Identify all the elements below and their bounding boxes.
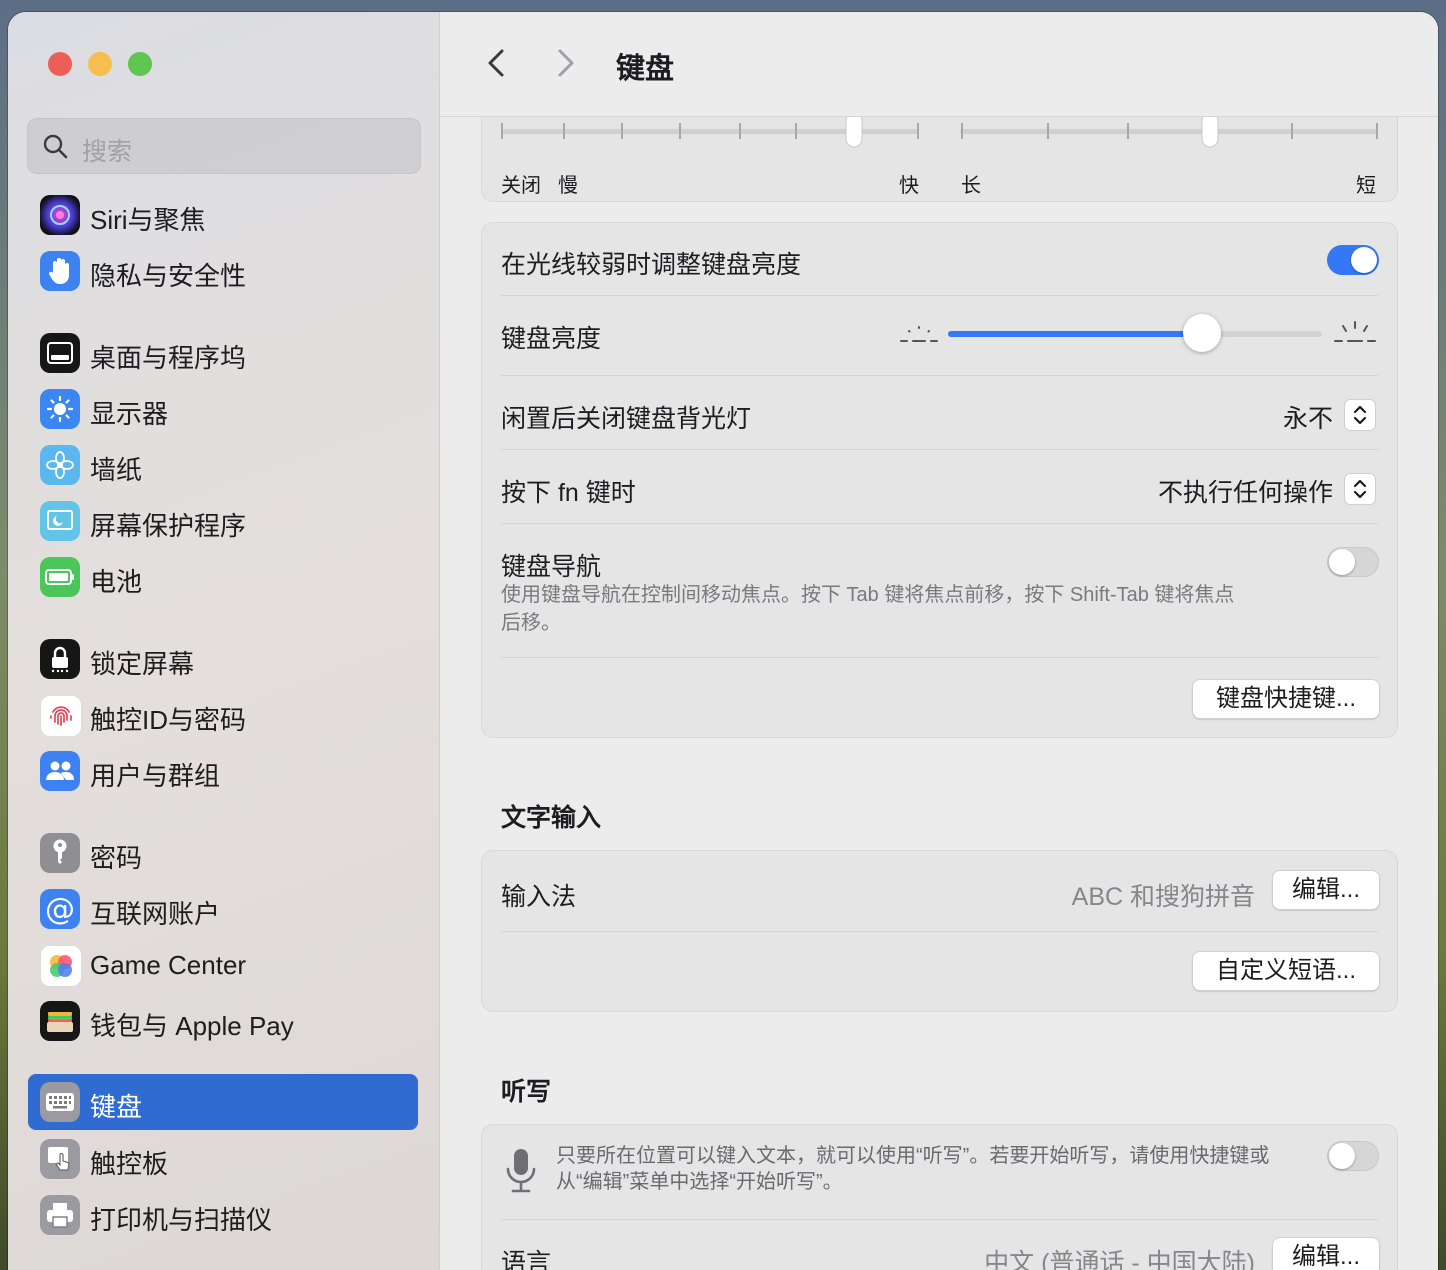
fingerprint-icon [40,695,82,737]
up-down-chevron-icon [1344,473,1376,505]
forward-chevron-icon[interactable] [548,46,582,80]
repeat-slow-label: 慢 [558,175,578,197]
sidebar-item-printers[interactable]: 打印机与扫描仪 [28,1187,418,1243]
minimize-button[interactable] [88,52,112,76]
siri-icon [40,195,80,235]
printer-icon [40,1195,80,1235]
keyboard-settings-card: 在光线较弱时调整键盘亮度 键盘亮度 闲置后关闭键盘背光灯 永不 按下 fn 键时… [481,222,1398,738]
battery-icon [40,557,80,597]
titlebar: 键盘 [440,12,1438,117]
sidebar-item-game-center[interactable]: Game Center [28,937,418,993]
dictation-language-edit-button[interactable]: 编辑... [1272,1237,1380,1270]
sidebar-item-keyboard[interactable]: 键盘 [28,1074,418,1130]
repeat-off-label: 关闭 [501,175,541,197]
screensaver-icon [40,501,80,541]
auto-brightness-label: 在光线较弱时调整键盘亮度 [501,251,802,279]
keyboard-navigation-toggle[interactable] [1327,547,1379,577]
dictation-description: 只要所在位置可以键入文本，就可以使用“听写”。若要开始听写，请使用快捷键或从“编… [556,1145,1270,1193]
keyboard-icon [40,1082,80,1122]
brightness-label: 键盘亮度 [501,325,602,353]
sidebar-item-wallet[interactable]: 钱包与 Apple Pay [28,993,418,1049]
input-sources-value: ABC 和搜狗拼音 [1071,883,1255,911]
sidebar-item-desktop-dock[interactable]: 桌面与程序坞 [28,325,418,381]
dictation-toggle[interactable] [1327,1141,1379,1171]
keyboard-shortcuts-button[interactable]: 键盘快捷键... [1192,679,1380,719]
search-field[interactable]: 搜索 [27,118,421,174]
back-chevron-icon[interactable] [480,46,514,80]
dock-icon [40,333,80,373]
wallet-icon [40,1001,80,1041]
custom-phrases-button[interactable]: 自定义短语... [1192,951,1380,991]
dictation-section-title: 听写 [501,1078,552,1106]
backlight-off-label: 闲置后关闭键盘背光灯 [501,405,752,433]
at-icon: @ [40,889,80,929]
sidebar-item-battery[interactable]: 电池 [28,549,418,605]
text-input-card: 输入法 ABC 和搜狗拼音 编辑... 自定义短语... [481,850,1398,1012]
sidebar-item-privacy[interactable]: 隐私与安全性 [28,243,418,299]
search-placeholder: 搜索 [82,138,133,166]
key-repeat-sliders[interactable] [482,113,1397,163]
search-icon [43,134,68,159]
dictation-language-value: 中文 (普通话 - 中国大陆) [984,1249,1255,1270]
keyboard-navigation-label: 键盘导航 [501,553,602,581]
users-icon [40,751,80,791]
sidebar-item-screensaver[interactable]: 屏幕保护程序 [28,493,418,549]
sidebar: 搜索 Siri与聚焦 隐私与安全性 桌面与程序坞 显示器 墙纸 屏幕保护程序 电… [8,12,440,1270]
zoom-button[interactable] [128,52,152,76]
sidebar-item-passwords[interactable]: 密码 [28,825,418,881]
auto-brightness-toggle[interactable] [1327,245,1379,275]
up-down-chevron-icon [1344,399,1376,431]
main-pane: 键盘 关闭 慢 快 长 短 在光线较弱时调整键盘亮度 键盘亮度 闲置后关闭键盘背… [440,12,1438,1270]
sidebar-item-lock-screen[interactable]: 锁定屏幕 [28,631,418,687]
sidebar-item-displays[interactable]: 显示器 [28,381,418,437]
hand-icon [40,251,80,291]
flower-icon [40,445,80,485]
key-icon [40,833,80,873]
brightness-high-icon [1334,321,1376,342]
fn-key-label: 按下 fn 键时 [501,479,636,507]
brightness-low-icon [900,326,938,342]
sidebar-item-siri[interactable]: Siri与聚焦 [28,187,418,243]
close-button[interactable] [48,52,72,76]
sidebar-item-wallpaper[interactable]: 墙纸 [28,437,418,493]
dictation-card: 只要所在位置可以键入文本，就可以使用“听写”。若要开始听写，请使用快捷键或从“编… [481,1124,1398,1270]
input-sources-label: 输入法 [501,883,577,911]
brightness-slider-knob[interactable] [1183,314,1222,352]
keyboard-navigation-description: 使用键盘导航在控制间移动焦点。按下 Tab 键将焦点前移，按下 Shift-Ta… [501,584,1235,634]
sun-icon [40,389,80,429]
sidebar-item-internet-accounts[interactable]: @ 互联网账户 [28,881,418,937]
input-sources-edit-button[interactable]: 编辑... [1272,870,1380,910]
sidebar-item-trackpad[interactable]: 触控板 [28,1131,418,1187]
sidebar-item-touch-id[interactable]: 触控ID与密码 [28,687,418,743]
lock-icon [40,639,80,679]
delay-long-label: 长 [961,175,981,197]
brightness-slider-track[interactable] [948,314,1322,352]
text-input-section-title: 文字输入 [501,804,602,832]
sidebar-item-users[interactable]: 用户与群组 [28,743,418,799]
delay-short-label: 短 [1356,175,1376,197]
settings-window: 搜索 Siri与聚焦 隐私与安全性 桌面与程序坞 显示器 墙纸 屏幕保护程序 电… [8,12,1438,1270]
repeat-fast-label: 快 [899,175,919,197]
dictation-language-label: 语言 [501,1249,552,1270]
page-title: 键盘 [616,53,675,85]
game-center-icon [40,945,82,987]
microphone-icon [506,1149,536,1193]
trackpad-icon [40,1139,80,1179]
